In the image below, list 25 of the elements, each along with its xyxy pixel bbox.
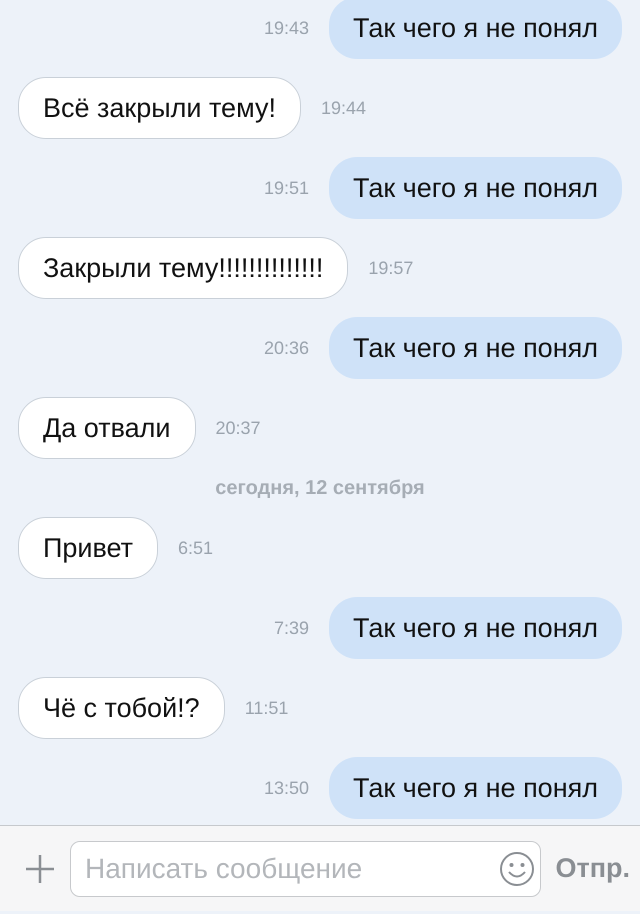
message-time: 19:57 <box>368 256 414 280</box>
outgoing-message-bubble: Так чего я не понял <box>329 157 622 219</box>
message-field[interactable]: Написать сообщение <box>70 840 542 896</box>
message-time: 19:43 <box>264 16 310 40</box>
incoming-message-bubble: Привет <box>18 517 158 579</box>
message-time: 11:51 <box>244 696 288 720</box>
incoming-message-bubble: Чё с тобой!? <box>18 677 225 739</box>
incoming-message-bubble: Всё закрыли тему! <box>18 77 301 139</box>
outgoing-message-bubble: Так чего я не понял <box>329 757 622 819</box>
plus-icon[interactable] <box>24 852 56 884</box>
incoming-message-bubble: Да отвали <box>18 397 196 459</box>
message-time: 6:51 <box>178 536 214 560</box>
message-time: 20:36 <box>264 336 310 360</box>
outgoing-message-bubble: Так чего я не понял <box>329 317 622 379</box>
message-time: 7:39 <box>274 616 310 640</box>
message-time: 20:37 <box>216 416 261 440</box>
smiley-icon[interactable] <box>499 850 536 886</box>
incoming-message-bubble: Закрыли тему!!!!!!!!!!!!!! <box>18 237 348 299</box>
date-separator: сегодня, 12 сентября <box>214 477 426 499</box>
send-button[interactable]: Отпр. <box>555 848 630 889</box>
message-time: 19:51 <box>264 176 310 200</box>
outgoing-message-bubble: Так чего я не понял <box>329 597 622 659</box>
message-time: 19:44 <box>320 96 366 120</box>
message-time: 13:50 <box>264 776 310 800</box>
outgoing-message-bubble: Так чего я не понял <box>329 0 622 59</box>
